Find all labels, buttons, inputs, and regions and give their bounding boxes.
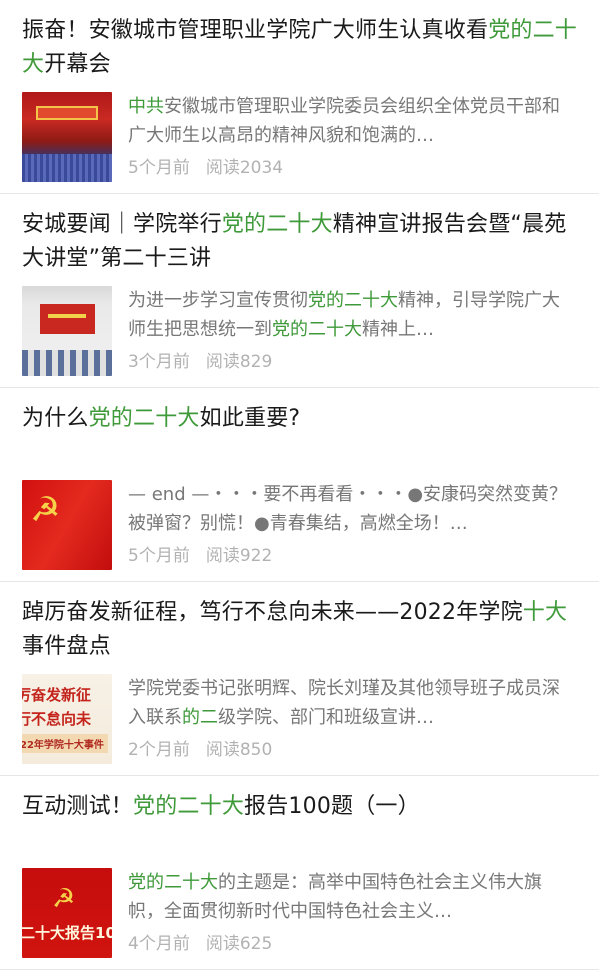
article-time: 5个月前 [128, 546, 190, 566]
summary-highlight: 的二 [182, 707, 218, 728]
article-reads: 阅读2034 [205, 158, 284, 178]
article-list: 振奋！安徽城市管理职业学院广大师生认真收看党的二十大开幕会 中共安徽城市管理职业… [0, 0, 599, 970]
article-time: 5个月前 [128, 158, 190, 178]
title-highlight: 党的二十大 [221, 212, 333, 237]
summary-highlight: 党的二十大 [128, 872, 218, 893]
article-meta: 2个月前 阅读850 [128, 738, 577, 762]
title-text: 报告100题（一） [244, 794, 420, 819]
article-item[interactable]: 安城要闻｜学院举行党的二十大精神宣讲报告会暨“晨苑大讲堂”第二十三讲 为进一步学… [0, 194, 599, 388]
article-reads: 阅读829 [205, 352, 273, 372]
article-time: 2个月前 [128, 740, 190, 760]
title-text: 踔厉奋发新征程，笃行不怠向未来——2022年学院 [22, 600, 523, 625]
article-title[interactable]: 互动测试！党的二十大报告100题（一） [22, 790, 577, 858]
article-time: 4个月前 [128, 934, 190, 954]
thumbnail-text: 厉奋发新征 [22, 686, 92, 704]
article-reads: 阅读922 [205, 546, 273, 566]
title-text: 安城要闻｜学院举行 [22, 212, 222, 237]
article-thumbnail[interactable] [22, 92, 112, 182]
title-text: 开幕会 [44, 52, 111, 77]
article-summary: 学院党委书记张明辉、院长刘瑾及其他领导班子成员深入联系的二级学院、部门和班级宣讲… [128, 674, 577, 732]
title-text: 如此重要? [199, 406, 301, 431]
article-item[interactable]: 互动测试！党的二十大报告100题（一） ☭ 二十大报告10 党的二十大的主题是：… [0, 776, 599, 970]
title-text: 振奋！安徽城市管理职业学院广大师生认真收看 [22, 18, 489, 43]
title-highlight: 十大 [522, 600, 568, 625]
article-reads: 阅读625 [205, 934, 273, 954]
party-emblem-icon: ☭ [52, 884, 76, 914]
title-highlight: 党的二十大 [88, 406, 200, 431]
article-title[interactable]: 安城要闻｜学院举行党的二十大精神宣讲报告会暨“晨苑大讲堂”第二十三讲 [22, 208, 577, 276]
article-time: 3个月前 [128, 352, 190, 372]
party-emblem-icon: ☭ [30, 490, 61, 530]
article-summary: 党的二十大的主题是：高举中国特色社会主义伟大旗帜，全面贯彻新时代中国特色社会主义… [128, 868, 577, 926]
summary-highlight: 党的二十大 [272, 319, 362, 340]
article-thumbnail[interactable]: 厉奋发新征 行不怠向未 22年学院十大事件 [22, 674, 112, 764]
title-text: 事件盘点 [22, 634, 111, 659]
article-thumbnail[interactable]: ☭ 二十大报告10 [22, 868, 112, 958]
summary-highlight: 党的二十大 [308, 290, 398, 311]
article-reads: 阅读850 [205, 740, 273, 760]
article-title[interactable]: 为什么党的二十大如此重要? [22, 402, 577, 470]
thumbnail-text: 22年学院十大事件 [22, 734, 108, 753]
summary-text: 为进一步学习宣传贯彻 [128, 290, 308, 311]
article-summary: 为进一步学习宣传贯彻党的二十大精神，引导学院广大师生把思想统一到党的二十大精神上… [128, 286, 577, 344]
article-summary: — end —・・・要不再看看・・・●安康码突然变黄？被弹窗？别慌！●青春集结，… [128, 480, 577, 538]
article-thumbnail[interactable] [22, 286, 112, 376]
title-highlight: 党的二十大 [133, 794, 245, 819]
summary-text: 级学院、部门和班级宣讲… [218, 707, 434, 728]
summary-text: — end —・・・要不再看看・・・●安康码突然变黄？被弹窗？别慌！●青春集结，… [128, 484, 568, 534]
summary-text: 精神上… [362, 319, 434, 340]
article-meta: 4个月前 阅读625 [128, 932, 577, 956]
summary-text: 安徽城市管理职业学院委员会组织全体党员干部和广大师生以高昂的精神风貌和饱满的… [128, 96, 560, 146]
article-item[interactable]: 振奋！安徽城市管理职业学院广大师生认真收看党的二十大开幕会 中共安徽城市管理职业… [0, 0, 599, 194]
article-meta: 5个月前 阅读2034 [128, 156, 577, 180]
article-title[interactable]: 踔厉奋发新征程，笃行不怠向未来——2022年学院十大事件盘点 [22, 596, 577, 664]
article-item[interactable]: 踔厉奋发新征程，笃行不怠向未来——2022年学院十大事件盘点 厉奋发新征 行不怠… [0, 582, 599, 776]
summary-highlight: 中共 [128, 96, 164, 117]
title-text: 为什么 [22, 406, 89, 431]
article-meta: 3个月前 阅读829 [128, 350, 577, 374]
title-text: 互动测试！ [22, 794, 134, 819]
thumbnail-text: 行不怠向未 [22, 710, 92, 728]
article-item[interactable]: 为什么党的二十大如此重要? ☭ — end —・・・要不再看看・・・●安康码突然… [0, 388, 599, 582]
article-thumbnail[interactable]: ☭ [22, 480, 112, 570]
article-meta: 5个月前 阅读922 [128, 544, 577, 568]
article-summary: 中共安徽城市管理职业学院委员会组织全体党员干部和广大师生以高昂的精神风貌和饱满的… [128, 92, 577, 150]
thumbnail-text: 二十大报告10 [22, 924, 112, 942]
article-title[interactable]: 振奋！安徽城市管理职业学院广大师生认真收看党的二十大开幕会 [22, 14, 577, 82]
